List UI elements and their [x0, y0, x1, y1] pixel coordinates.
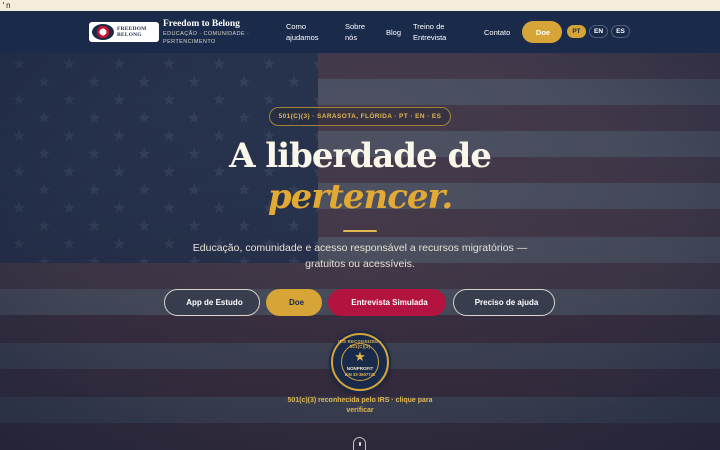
nav-link-como-ajudamos[interactable]: Como ajudamos — [286, 21, 319, 43]
seal-top-text: IRS RECOGNIZED · 501(C)(3) — [338, 339, 382, 349]
nav-link-label: Treino de — [413, 22, 445, 31]
nav-link-label: nós — [345, 33, 358, 42]
site-header: FREEDOM BELONG Freedom to Belong EDUCAÇÃ… — [0, 11, 720, 53]
scroll-down-indicator[interactable] — [353, 437, 366, 450]
mock-interview-label: Entrevista Simulada — [351, 298, 428, 307]
need-help-button[interactable]: Preciso de ajuda — [453, 289, 555, 316]
hero-headline-accent: pertencer. — [267, 177, 453, 217]
nav-link-label: Entrevista — [413, 33, 447, 42]
nav-link-sobre[interactable]: Sobre nós — [345, 21, 365, 43]
brand-name: Freedom to Belong — [163, 19, 240, 29]
donate-label: Doe — [535, 27, 551, 37]
stray-text-bar: 'n — [0, 0, 720, 11]
hero-headline: A liberdade de — [229, 136, 492, 176]
nav-link-blog[interactable]: Blog — [386, 27, 401, 38]
lang-en-button[interactable]: EN — [589, 25, 608, 38]
hero-badge: 501(C)(3) · SARASOTA, FLÓRIDA · PT · EN … — [269, 107, 451, 126]
logo-text: FREEDOM BELONG — [117, 26, 147, 38]
need-help-label: Preciso de ajuda — [474, 298, 539, 307]
mock-interview-button[interactable]: Entrevista Simulada — [328, 289, 446, 316]
hero-section: ★ ★ 501(C)(3) · SARASOTA, FLÓRIDA · PT ·… — [0, 53, 720, 450]
logo-emblem-icon — [92, 24, 114, 40]
seal-verify-link[interactable]: 501(c)(3) reconhecida pelo IRS · clique … — [280, 396, 440, 416]
seal-middle-text: NONPROFIT — [346, 366, 374, 371]
nav-link-label: Como — [286, 22, 307, 31]
brand[interactable]: Freedom to Belong EDUCAÇÃO · COMUNIDADE … — [163, 19, 253, 46]
irs-verification-seal[interactable]: IRS RECOGNIZED · 501(C)(3) ★ NONPROFIT E… — [331, 333, 389, 391]
hero-divider — [343, 230, 377, 232]
nav-link-contato[interactable]: Contato — [484, 27, 510, 38]
nav-link-treino[interactable]: Treino de Entrevista — [413, 21, 446, 43]
study-app-label: App de Estudo — [186, 298, 243, 307]
site-logo[interactable]: FREEDOM BELONG — [89, 22, 159, 42]
hero-donate-label: Doe — [288, 298, 305, 307]
logo-text-line2: BELONG — [117, 32, 142, 38]
hero-donate-button[interactable]: Doe — [266, 289, 322, 316]
seal-bottom-text: EIN 33-3607743 — [344, 372, 376, 377]
lang-es-button[interactable]: ES — [611, 25, 630, 38]
nav-link-label: Sobre — [345, 22, 366, 31]
scroll-dot-icon — [359, 442, 361, 446]
nav-donate-button[interactable]: Doe — [522, 21, 562, 43]
hero-subtitle: Educação, comunidade e acesso responsáve… — [192, 242, 528, 270]
lang-pt-button[interactable]: PT — [567, 25, 586, 38]
star-icon: ★ — [354, 349, 366, 364]
brand-tagline: EDUCAÇÃO · COMUNIDADE · PERTENCIMENTO — [163, 31, 250, 45]
study-app-button[interactable]: App de Estudo — [164, 289, 260, 316]
nav-link-label: ajudamos — [286, 33, 319, 42]
